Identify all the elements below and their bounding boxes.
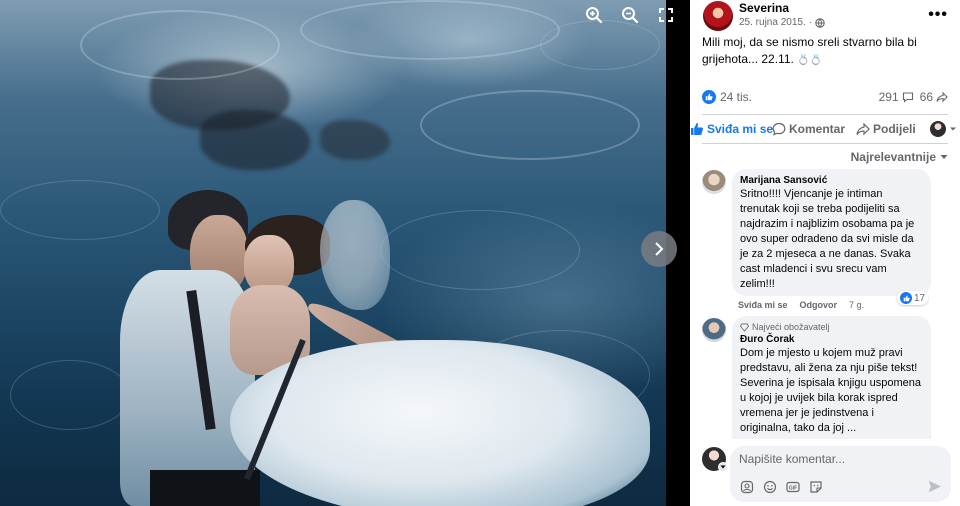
ring-emoji: 💍💍 (797, 55, 823, 66)
commenter-name[interactable]: Đuro Čorak (740, 333, 923, 346)
comments-count-value: 291 (878, 90, 899, 104)
fullscreen-button[interactable] (654, 3, 678, 27)
water-ripple (80, 10, 280, 80)
like-label: Sviđa mi se (707, 122, 774, 136)
post-photo[interactable] (0, 0, 666, 506)
share-icon (856, 122, 870, 136)
post-panel: Severina 25. rujna 2015. · ••• Mili moj,… (690, 0, 960, 506)
avatar-sticker-icon (740, 480, 753, 493)
comments-list[interactable]: Marijana Sansović Sritno!!!! Vjencanje j… (690, 164, 960, 439)
comment-like-button[interactable]: Sviđa mi se (738, 300, 788, 310)
comment-input[interactable] (739, 452, 929, 466)
diamond-icon (740, 322, 749, 332)
comment-icon (902, 92, 913, 103)
sticker-button[interactable] (808, 479, 823, 494)
author-name[interactable]: Severina (739, 1, 789, 15)
gif-icon: GIF (785, 481, 800, 492)
chevron-right-icon (655, 242, 664, 256)
water-ripple (380, 210, 580, 290)
profile-avatar-small (930, 121, 946, 137)
comment-text: Sritno!!!! Vjencanje je intiman trenutak… (740, 188, 915, 290)
meta-separator: · (808, 17, 813, 28)
comment-icon (772, 122, 786, 136)
divider (702, 143, 948, 144)
water-ripple (540, 20, 660, 70)
reactions-count: 24 tis. (720, 90, 753, 104)
comment-likes-count: 17 (914, 292, 926, 304)
comment-bubble: Marijana Sansović Sritno!!!! Vjencanje j… (732, 169, 931, 296)
groom-trousers (150, 470, 260, 506)
like-button[interactable]: Sviđa mi se (690, 122, 773, 136)
emoji-icon (763, 480, 776, 493)
like-icon (691, 123, 703, 135)
composer-caret[interactable] (718, 462, 728, 472)
shares-count[interactable]: 66 (920, 90, 948, 104)
composer-tools: GIF (739, 479, 823, 494)
like-reaction-icon (900, 292, 912, 304)
send-icon[interactable] (927, 479, 942, 494)
author-avatar[interactable] (703, 1, 733, 31)
photo-viewer (0, 0, 690, 506)
post-actions: Sviđa mi se Komentar Podijeli (690, 117, 960, 141)
comment-time[interactable]: 7 g. (849, 300, 864, 310)
comment-reply-button[interactable]: Odgovor (800, 300, 838, 310)
reflection (320, 120, 390, 160)
emoji-button[interactable] (762, 479, 777, 494)
caret-down-icon (940, 155, 948, 159)
commenter-name[interactable]: Marijana Sansović (740, 174, 923, 187)
commenter-avatar[interactable] (702, 318, 726, 342)
water-ripple (420, 90, 640, 160)
svg-text:GIF: GIF (788, 485, 796, 491)
comment-label: Komentar (789, 122, 846, 136)
gif-button[interactable]: GIF (785, 479, 800, 494)
react-as-button[interactable] (930, 121, 957, 137)
sort-label: Najrelevantnije (850, 150, 936, 164)
post-date[interactable]: 25. rujna 2015. (739, 17, 806, 28)
share-label: Podijeli (873, 122, 916, 136)
badge-label: Najveći obožavatelj (752, 322, 830, 332)
share-icon (936, 91, 948, 103)
top-fan-badge: Najveći obožavatelj (740, 321, 923, 333)
comment-text: Dom je mjesto u kojem muž pravi predstav… (740, 347, 921, 434)
caret-down-icon (720, 465, 726, 469)
water-ripple (300, 0, 560, 60)
water-ripple (0, 180, 160, 240)
fullscreen-icon (659, 8, 673, 22)
zoom-out-icon (622, 7, 639, 24)
caret-down-icon (950, 127, 956, 131)
comment-bubble: Najveći obožavatelj Đuro Čorak Dom je mj… (732, 316, 931, 439)
reflection (200, 110, 310, 170)
comment-reactions[interactable]: 17 (897, 291, 929, 305)
post-meta: 25. rujna 2015. · (739, 17, 825, 28)
next-photo-button[interactable] (641, 231, 677, 267)
zoom-out-button[interactable] (618, 3, 642, 27)
more-options-button[interactable]: ••• (928, 6, 948, 24)
water-ripple (10, 360, 130, 430)
post-text: Mili moj, da se nismo sreli stvarno bila… (702, 34, 942, 69)
shares-count-value: 66 (919, 90, 933, 104)
comment-sort-dropdown[interactable]: Najrelevantnije (851, 150, 948, 164)
bride-veil (320, 200, 390, 310)
avatar-sticker-button[interactable] (739, 479, 754, 494)
reactions-summary[interactable]: 24 tis. (702, 90, 752, 104)
zoom-in-button[interactable] (582, 3, 606, 27)
zoom-in-icon (586, 7, 603, 24)
comment-composer: GIF (730, 446, 951, 502)
comments-count[interactable]: 291 (879, 90, 914, 104)
share-button[interactable]: Podijeli (856, 122, 916, 136)
sticker-icon (809, 480, 822, 493)
like-reaction-icon (702, 90, 716, 104)
comment-actions: Sviđa mi se Odgovor 7 g. (738, 300, 864, 310)
divider (702, 114, 948, 115)
globe-icon (815, 17, 825, 28)
commenter-avatar[interactable] (702, 170, 726, 194)
comment-button[interactable]: Komentar (772, 122, 845, 136)
post-counts: 291 66 (879, 90, 948, 104)
